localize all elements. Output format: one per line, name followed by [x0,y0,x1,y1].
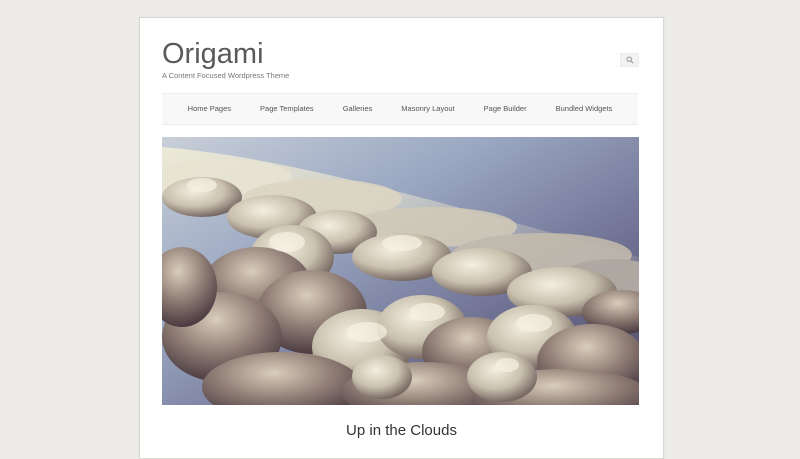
nav-item-galleries[interactable]: Galleries [328,94,387,124]
nav-item-page-templates[interactable]: Page Templates [246,94,329,124]
search-icon [625,56,634,64]
post-title[interactable]: Up in the Clouds [140,421,663,441]
featured-image[interactable] [162,137,639,405]
site-title[interactable]: Origami [162,36,264,72]
page-container: Origami A Content Focused Wordpress Them… [139,17,664,459]
nav-item-bundled-widgets[interactable]: Bundled Widgets [541,94,627,124]
clouds-photo [162,137,639,405]
nav-item-home-pages[interactable]: Home Pages [173,94,245,124]
search-button[interactable] [620,53,639,67]
nav-item-page-builder[interactable]: Page Builder [469,94,541,124]
main-navigation: Home Pages Page Templates Galleries Maso… [162,93,638,125]
nav-item-masonry-layout[interactable]: Masonry Layout [387,94,469,124]
site-description: A Content Focused Wordpress Theme [162,71,290,80]
